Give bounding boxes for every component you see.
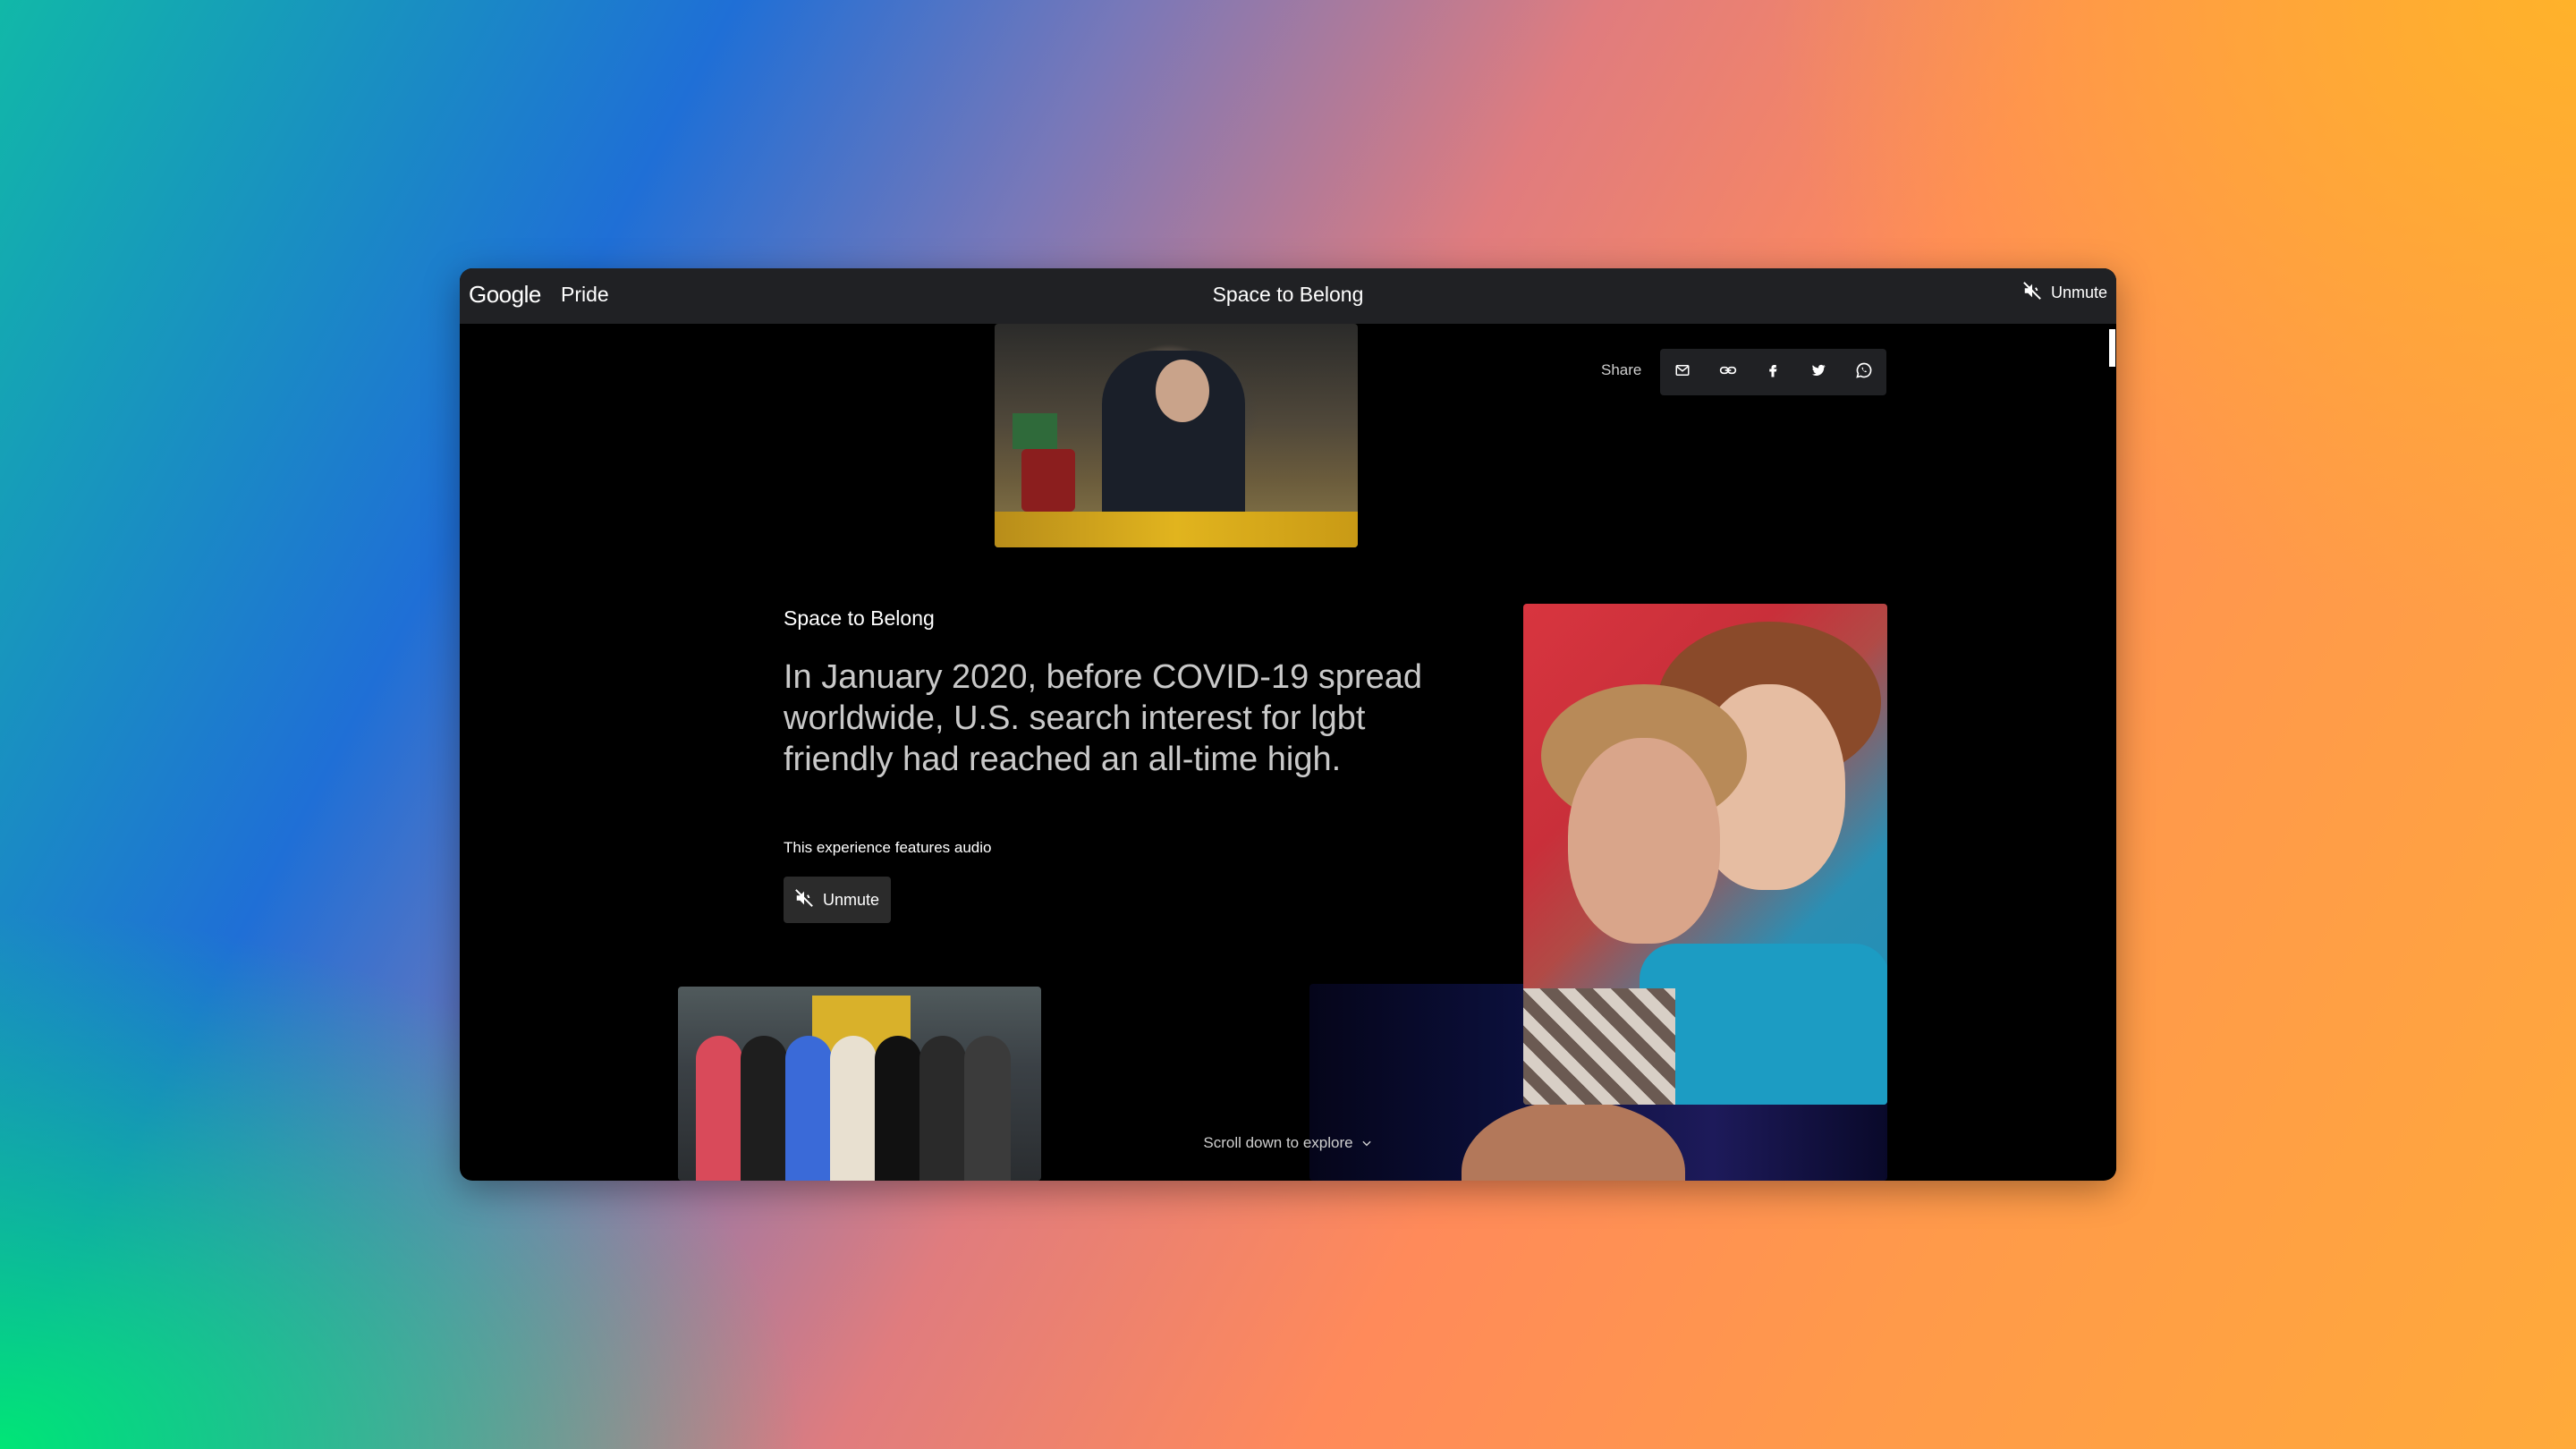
muted-speaker-icon [794, 888, 814, 912]
section-label: Space to Belong [784, 606, 935, 630]
headline: In January 2020, before COVID-19 spread … [784, 658, 1422, 778]
twitter-share-button[interactable] [1801, 354, 1836, 390]
chevron-down-icon [1360, 1137, 1373, 1149]
share-bar [1660, 349, 1886, 395]
photo-worker-flashlight [995, 324, 1358, 547]
top-bar: Google Pride Space to Belong Unmute [460, 268, 2116, 324]
email-icon [1674, 362, 1690, 383]
email-share-button[interactable] [1665, 354, 1700, 390]
audio-note: This experience features audio [784, 839, 992, 856]
link-icon [1719, 361, 1737, 384]
scrollbar[interactable] [2109, 324, 2116, 1181]
muted-speaker-icon [2022, 281, 2042, 305]
browser-window: Google Pride Space to Belong Unmute Shar… [460, 268, 2116, 1181]
whatsapp-icon [1855, 361, 1873, 384]
scroll-hint-label: Scroll down to explore [1203, 1134, 1353, 1151]
scrollbar-thumb[interactable] [2109, 329, 2115, 367]
copy-link-button[interactable] [1710, 354, 1746, 390]
top-unmute-label: Unmute [2050, 284, 2107, 301]
photo-two-friends [1523, 604, 1887, 1105]
facebook-icon [1765, 362, 1781, 383]
share-label: Share [1601, 361, 1642, 378]
top-unmute-button[interactable]: Unmute [2022, 281, 2107, 305]
page-title: Space to Belong [1212, 283, 1364, 306]
unmute-label: Unmute [823, 890, 880, 909]
whatsapp-share-button[interactable] [1846, 354, 1882, 390]
unmute-button[interactable]: Unmute [784, 877, 891, 923]
facebook-share-button[interactable] [1755, 354, 1791, 390]
scroll-hint[interactable]: Scroll down to explore [460, 1134, 2116, 1152]
twitter-icon [1810, 362, 1826, 383]
